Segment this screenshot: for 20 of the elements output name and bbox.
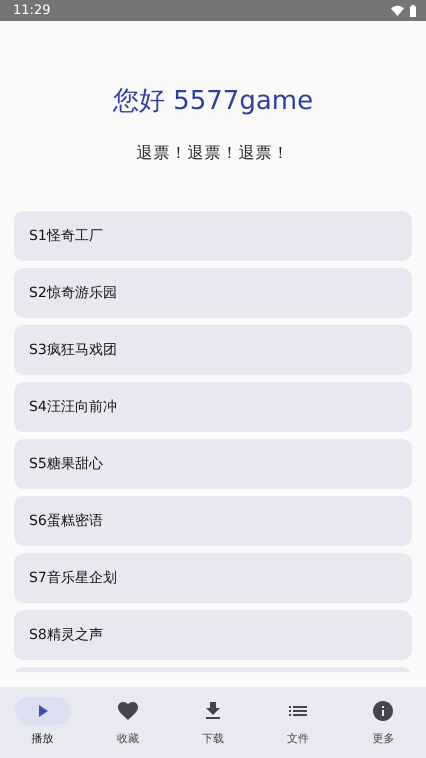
season-card[interactable]: S7音乐星企划 [14, 553, 412, 603]
season-card[interactable]: S6蛋糕密语 [14, 496, 412, 546]
season-card[interactable]: S5糖果甜心 [14, 439, 412, 489]
nav-tab[interactable]: 下载 [170, 697, 256, 758]
heart-icon [116, 699, 140, 723]
season-card[interactable]: S3疯狂马戏团 [14, 325, 412, 375]
season-card[interactable]: S2惊奇游乐园 [14, 268, 412, 318]
status-time: 11:29 [13, 3, 52, 18]
nav-tab[interactable]: 文件 [256, 697, 341, 758]
nav-tab[interactable]: 更多 [340, 697, 426, 758]
greeting-title: 您好 5577game [112, 85, 314, 117]
battery-icon [410, 4, 416, 16]
season-card[interactable]: S8精灵之声 [14, 610, 412, 660]
info-icon [371, 699, 396, 723]
season-card[interactable]: S1怪奇工厂 [14, 211, 412, 261]
nav-tab[interactable]: 播放 [0, 697, 86, 758]
nav-tab[interactable]: 收藏 [85, 697, 170, 758]
season-card[interactable]: S4汪汪向前冲 [14, 382, 412, 432]
subtitle: 退票！退票！退票！ [136, 143, 290, 163]
wifi-icon [391, 5, 404, 16]
